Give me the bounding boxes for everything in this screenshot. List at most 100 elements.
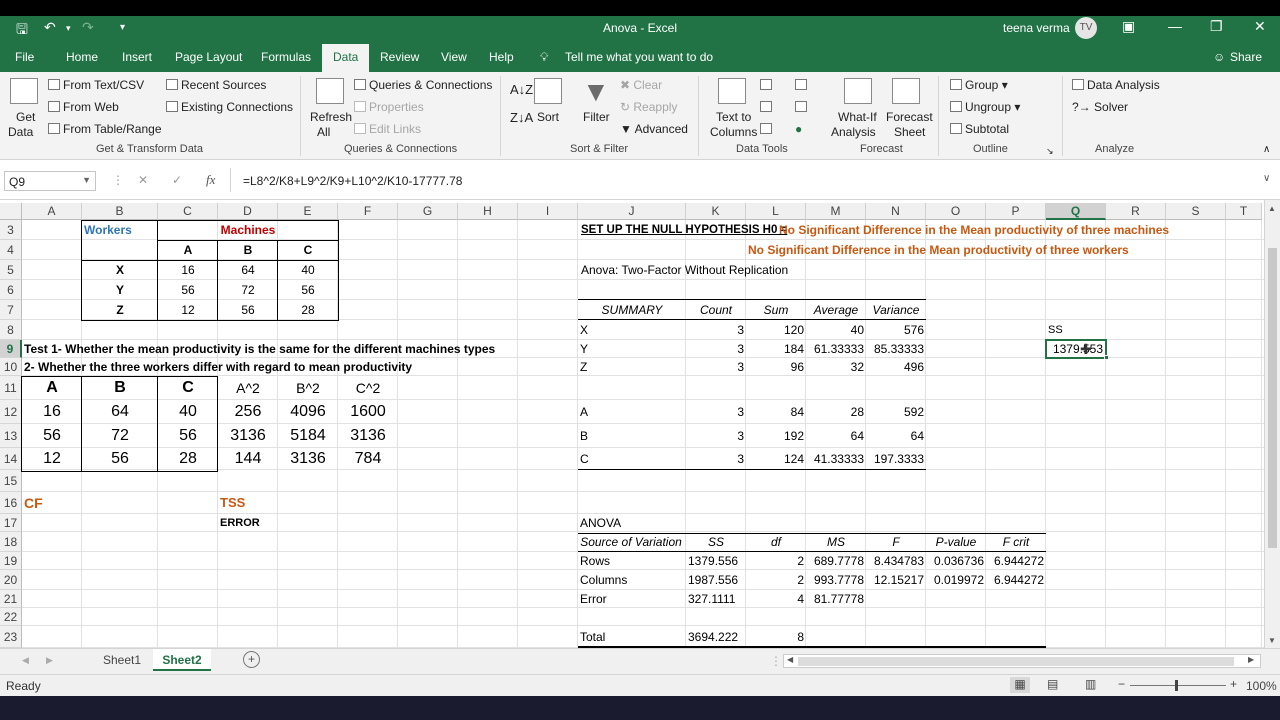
- cell[interactable]: B^2: [280, 376, 336, 400]
- cell[interactable]: 84: [748, 400, 804, 424]
- row-label[interactable]: B: [580, 424, 684, 448]
- data-model-icon[interactable]: ●: [795, 122, 802, 136]
- cell[interactable]: 124: [748, 448, 804, 470]
- ungroup-button[interactable]: Ungroup ▾: [950, 100, 1020, 114]
- cell[interactable]: 3: [688, 358, 744, 376]
- sort-button[interactable]: Sort: [537, 110, 559, 124]
- row-header[interactable]: 3: [0, 220, 22, 240]
- row-header[interactable]: 5: [0, 260, 22, 280]
- scroll-down-icon[interactable]: ▼: [1268, 636, 1276, 645]
- cell[interactable]: 3: [688, 424, 744, 448]
- consolidate-icon[interactable]: [795, 78, 810, 92]
- recent-sources-button[interactable]: Recent Sources: [166, 78, 266, 92]
- text-to-columns-button[interactable]: Text to: [716, 110, 751, 124]
- test2-text[interactable]: 2- Whether the three workers differ with…: [24, 358, 412, 376]
- remove-duplicates-icon[interactable]: [760, 100, 775, 114]
- row-header[interactable]: 14: [0, 448, 22, 470]
- row-header[interactable]: 10: [0, 358, 22, 376]
- close-icon[interactable]: ✕: [1254, 18, 1266, 35]
- row-label[interactable]: C: [580, 448, 684, 470]
- text-to-columns-label2[interactable]: Columns: [710, 125, 757, 139]
- cell[interactable]: 327.1111: [688, 590, 744, 608]
- collapse-ribbon-icon[interactable]: ∧: [1263, 144, 1270, 155]
- cell[interactable]: 197.3333: [868, 448, 924, 470]
- sort-az-icon[interactable]: A↓Z: [510, 82, 533, 97]
- cell[interactable]: SS: [688, 532, 744, 552]
- queries-connections-button[interactable]: Queries & Connections: [354, 78, 492, 92]
- page-layout-view-icon[interactable]: ▤: [1047, 677, 1058, 691]
- cell[interactable]: 3: [688, 320, 744, 340]
- cell[interactable]: 2: [748, 570, 804, 590]
- cell[interactable]: 184: [748, 340, 804, 358]
- row-header[interactable]: 20: [0, 570, 22, 590]
- cell[interactable]: 4: [748, 590, 804, 608]
- cell[interactable]: 6.944272: [988, 570, 1044, 590]
- scroll-thumb[interactable]: [798, 657, 1234, 666]
- row-label[interactable]: Z: [580, 358, 684, 376]
- existing-connections-button[interactable]: Existing Connections: [166, 100, 293, 114]
- column-header[interactable]: G: [398, 203, 458, 220]
- cell[interactable]: 3694.222: [688, 626, 744, 648]
- what-if-label2[interactable]: Analysis: [831, 125, 876, 139]
- null-hypothesis-1[interactable]: No Significant Difference in the Mean pr…: [779, 220, 1169, 240]
- worksheet-grid[interactable]: A B C D E F G H I J K L M N O P Q R S T 3 4 5 6 7 8 9 10 11 12 13 14 15 1…: [0, 200, 1264, 648]
- sort-za-icon[interactable]: Z↓A: [510, 110, 533, 125]
- tab-view[interactable]: View: [441, 50, 467, 64]
- row-label[interactable]: Columns: [580, 570, 684, 590]
- cell[interactable]: MS: [808, 532, 864, 552]
- refresh-all-label2[interactable]: All: [317, 125, 330, 139]
- cell[interactable]: Count: [688, 300, 744, 320]
- cell[interactable]: 0.019972: [928, 570, 984, 590]
- data-analysis-button[interactable]: Data Analysis: [1072, 78, 1160, 92]
- normal-view-icon[interactable]: ▦: [1010, 677, 1030, 693]
- tss-label[interactable]: TSS: [220, 492, 276, 514]
- cell[interactable]: Sum: [748, 300, 804, 320]
- cell[interactable]: 689.7778: [808, 552, 864, 570]
- cell[interactable]: 61.33333: [808, 340, 864, 358]
- cell[interactable]: 4096: [280, 400, 336, 424]
- cell[interactable]: 3136: [220, 424, 276, 448]
- cell[interactable]: Average: [808, 300, 864, 320]
- column-header[interactable]: I: [518, 203, 578, 220]
- cell[interactable]: 8: [748, 626, 804, 648]
- cell[interactable]: 96: [748, 358, 804, 376]
- ss-label[interactable]: SS: [1048, 320, 1104, 340]
- forecast-sheet-label2[interactable]: Sheet: [894, 125, 925, 139]
- cell[interactable]: 192: [748, 424, 804, 448]
- tab-insert[interactable]: Insert: [122, 50, 152, 64]
- cell[interactable]: 3136: [340, 424, 396, 448]
- column-header[interactable]: P: [986, 203, 1046, 220]
- zoom-slider[interactable]: [1130, 685, 1226, 686]
- column-header[interactable]: F: [338, 203, 398, 220]
- zoom-level[interactable]: 100%: [1246, 679, 1277, 693]
- cell[interactable]: 28: [808, 400, 864, 424]
- cell[interactable]: 144: [220, 448, 276, 470]
- formula-input[interactable]: =L8^2/K8+L9^2/K9+L10^2/K10-17777.78: [243, 174, 462, 188]
- row-label[interactable]: Error: [580, 590, 684, 608]
- row-header[interactable]: 17: [0, 514, 22, 532]
- row-label[interactable]: A: [580, 400, 684, 424]
- row-header[interactable]: 9: [0, 340, 22, 358]
- get-data-button[interactable]: Get: [16, 110, 35, 124]
- cell[interactable]: 576: [868, 320, 924, 340]
- error-label[interactable]: ERROR: [220, 514, 276, 532]
- cell[interactable]: 3: [688, 448, 744, 470]
- get-data-button-label2[interactable]: Data: [8, 125, 33, 139]
- cell[interactable]: C^2: [340, 376, 396, 400]
- cell[interactable]: 5184: [280, 424, 336, 448]
- row-header[interactable]: 13: [0, 424, 22, 448]
- restore-icon[interactable]: ❐: [1210, 18, 1223, 35]
- column-header[interactable]: S: [1166, 203, 1226, 220]
- tab-formulas[interactable]: Formulas: [261, 50, 311, 64]
- row-header[interactable]: 11: [0, 376, 22, 400]
- vertical-scrollbar[interactable]: ▲ ▼: [1264, 200, 1280, 648]
- relationships-icon[interactable]: [795, 100, 810, 114]
- scroll-right-icon[interactable]: ▶: [1248, 655, 1254, 664]
- cell[interactable]: Variance: [868, 300, 924, 320]
- cell[interactable]: 1987.556: [688, 570, 744, 590]
- column-header[interactable]: O: [926, 203, 986, 220]
- row-header[interactable]: 16: [0, 492, 22, 514]
- anova-title[interactable]: Anova: Two-Factor Without Replication: [581, 260, 788, 280]
- cell[interactable]: 993.7778: [808, 570, 864, 590]
- scroll-up-icon[interactable]: ▲: [1268, 204, 1276, 213]
